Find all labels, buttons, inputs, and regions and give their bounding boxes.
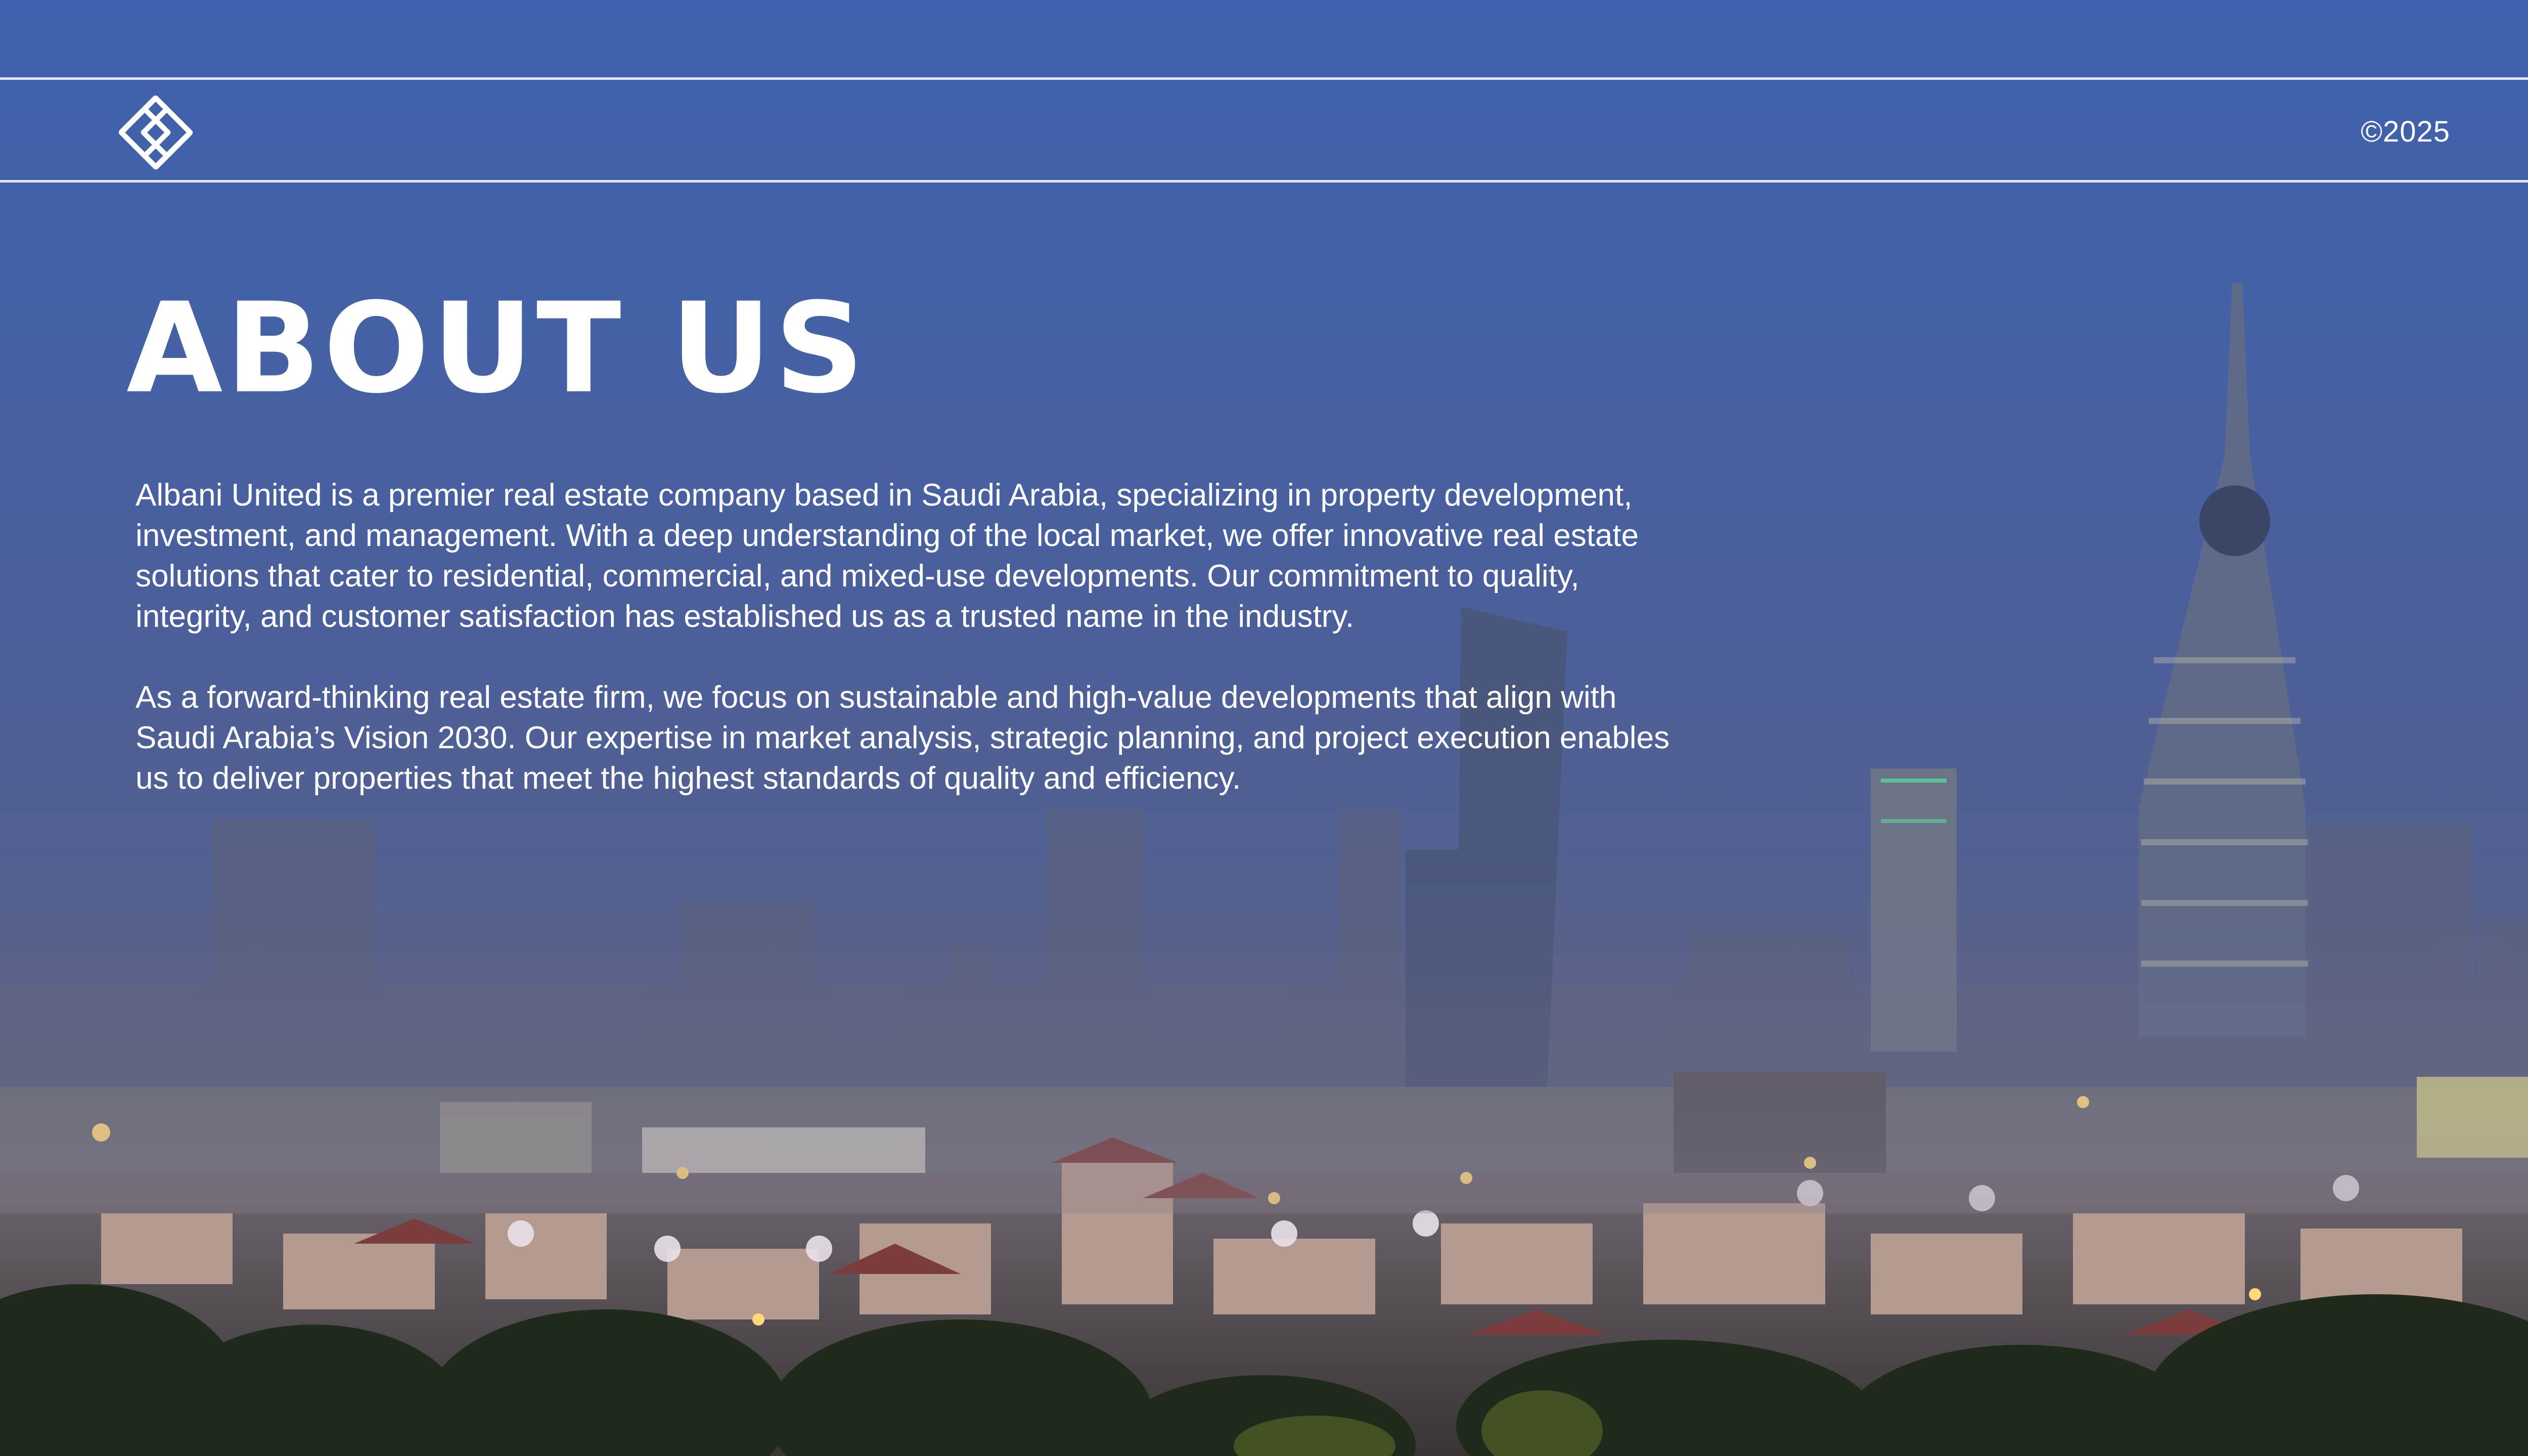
header-bottom-rule bbox=[0, 180, 2528, 183]
about-body: Albani United is a premier real estate c… bbox=[136, 475, 1693, 839]
about-paragraph-2: As a forward-thinking real estate firm, … bbox=[136, 680, 1670, 796]
about-paragraph-1: Albani United is a premier real estate c… bbox=[136, 478, 1639, 634]
page-title: ABOUT US bbox=[126, 277, 868, 421]
copyright-year: ©2025 bbox=[2361, 115, 2450, 148]
albani-logo-icon bbox=[112, 89, 199, 176]
header-top-rule bbox=[0, 77, 2528, 80]
logo-mark-icon bbox=[118, 95, 193, 170]
about-slide: ©2025 ABOUT US Albani United is a premie… bbox=[0, 0, 2528, 1456]
